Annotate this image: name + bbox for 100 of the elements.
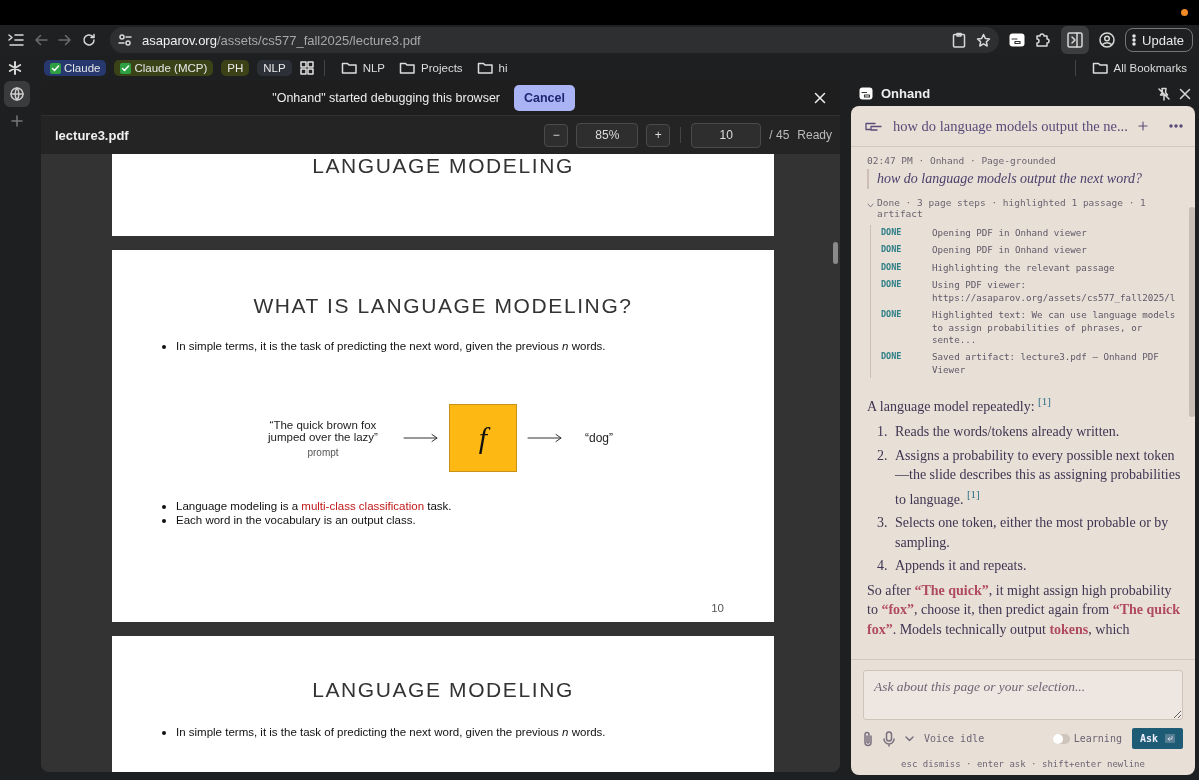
folder-icon	[476, 60, 493, 76]
bookmark-chip[interactable]: Claude	[44, 60, 107, 76]
status-label: DONE	[881, 351, 903, 364]
chevron-down-icon[interactable]	[905, 735, 914, 742]
page-total: / 45	[769, 128, 790, 142]
folder-label: NLP	[362, 62, 386, 74]
scrollbar[interactable]	[833, 242, 838, 264]
bookmark-chip[interactable]: PH	[221, 60, 250, 76]
toggle-label: Learning	[1073, 733, 1122, 744]
bookmark-chip[interactable]: Claude (MCP)	[114, 60, 214, 76]
message-meta: 02:47 PM · Onhand · Page-grounded	[867, 155, 1057, 166]
folder-icon	[1091, 60, 1108, 76]
list-number: 1.	[877, 423, 889, 442]
star-icon[interactable]	[976, 32, 992, 48]
side-panel-icon[interactable]	[1061, 26, 1090, 54]
enter-icon	[1165, 734, 1175, 743]
file-name: lecture3.pdf	[55, 127, 130, 143]
list-item-text: Appends it and repeats.	[895, 557, 1027, 576]
folder-icon	[340, 60, 357, 76]
step-text: Opening PDF in Onhand viewer	[932, 227, 1087, 240]
viewer-status: Ready	[797, 128, 832, 142]
bookmark-chip[interactable]: NLP	[257, 60, 292, 76]
debug-message: "Onhand" started debugging this browser	[272, 91, 500, 105]
clipboard-icon[interactable]	[952, 32, 967, 48]
list-item-text: Reads the words/tokens already written.	[895, 423, 1120, 442]
check-icon	[50, 62, 61, 74]
folder-icon	[399, 60, 416, 76]
site-settings-icon[interactable]	[118, 33, 132, 47]
bookmark-folder[interactable]: NLP	[340, 60, 386, 76]
bullet-text: Each word in the vocabulary is an output class.	[162, 514, 774, 526]
learning-toggle[interactable]	[1052, 733, 1070, 744]
status-label: DONE	[881, 309, 903, 322]
cancel-button[interactable]: Cancel	[514, 85, 575, 111]
apps-grid-icon[interactable]	[299, 61, 314, 75]
list-number: 4.	[877, 557, 889, 576]
step-text: Saved artifact: lecture3.pdf — Onhand PDF Viewer	[932, 351, 1160, 377]
step-text: Opening PDF in Onhand viewer	[932, 244, 1087, 257]
user-question: how do language models output the next word?	[867, 169, 1181, 189]
function-box: f	[449, 404, 517, 472]
microphone-icon[interactable]	[883, 730, 895, 747]
step-text: Using PDF viewer: https://asaparov.org/assets/cs577_fall2025/l	[932, 279, 1177, 305]
close-icon[interactable]	[814, 92, 826, 104]
zoom-out-button[interactable]: −	[544, 123, 569, 147]
chevron-down-icon[interactable]	[867, 203, 874, 208]
page-field[interactable]: 10	[691, 122, 762, 148]
bookmark-folder[interactable]: Projects	[399, 60, 463, 76]
unpin-icon[interactable]	[1157, 86, 1171, 101]
close-icon[interactable]	[1179, 87, 1191, 100]
list-number: 2.	[877, 446, 889, 465]
update-button[interactable]: Update	[1125, 28, 1193, 52]
add-icon[interactable]	[10, 115, 23, 127]
step-text: Highlighted text: We can use language models to assign probabilities of phrases, or sente...	[932, 309, 1177, 347]
thread-title: how do language models output the ne...	[893, 117, 1128, 135]
check-icon	[120, 62, 132, 74]
list-item-text: Selects one token, either the most probable or by sampling.	[895, 514, 1170, 552]
step-text: Highlighting the relevant passage	[932, 261, 1115, 275]
scrollbar[interactable]	[1189, 207, 1195, 417]
voice-status: Voice idle	[924, 733, 985, 744]
zoom-in-button[interactable]: +	[646, 123, 671, 147]
arrow-icon	[403, 433, 439, 443]
ask-button[interactable]: Ask	[1131, 728, 1183, 749]
forward-icon[interactable]	[58, 33, 72, 47]
keyboard-hint: esc dismiss · enter ask · shift+enter newline	[900, 759, 1146, 769]
bookmark-folder[interactable]: All Bookmarks	[1091, 60, 1187, 76]
panel-title: Onhand	[881, 86, 932, 101]
status-label: DONE	[881, 227, 903, 239]
plus-icon[interactable]	[1137, 121, 1148, 131]
bullet-text: In simple terms, it is the task of predicting the next word, given the previous n words.	[162, 340, 774, 352]
puzzle-icon[interactable]	[1035, 32, 1052, 48]
status-label: DONE	[881, 279, 903, 292]
folder-label: hi	[498, 62, 508, 74]
asterisk-icon[interactable]	[8, 61, 22, 75]
tab-list-icon[interactable]	[8, 33, 24, 47]
bullet-text: Language modeling is a multi-class classification task.	[162, 500, 774, 512]
slide-title: WHAT IS LANGUAGE MODELING?	[253, 294, 633, 318]
bullet-text: In simple terms, it is the task of predicting the next word, given the previous n words.	[162, 726, 774, 738]
hand-extension-icon[interactable]	[1009, 33, 1026, 47]
steps-summary[interactable]: Done · 3 page steps · highlighted 1 passage · 1 artifact	[877, 197, 1181, 219]
address-bar[interactable]: asaparov.org/assets/cs577_fall2025/lecture3.pdf	[110, 27, 1000, 53]
slide-title: LANGUAGE MODELING	[312, 154, 574, 178]
reload-icon[interactable]	[82, 33, 96, 47]
more-icon[interactable]	[1169, 124, 1183, 128]
list-item-text: Assigns a probability to every possible next token—the slide describes this as assigning probabilities to language. $^{[1]}$	[895, 446, 1181, 509]
ask-field[interactable]: Ask about this page or your selection...	[863, 670, 1183, 720]
prompt-text: “The quick brown fox jumped over the lazy”	[266, 418, 379, 443]
list-number: 3.	[877, 514, 889, 533]
paperclip-icon[interactable]	[863, 730, 873, 747]
output-text: “dog”	[585, 431, 613, 445]
profile-icon[interactable]	[1099, 32, 1116, 48]
folder-label: Projects	[421, 62, 463, 74]
slide-title: LANGUAGE MODELING	[312, 678, 574, 702]
notification-dot	[1181, 9, 1188, 16]
back-icon[interactable]	[34, 33, 48, 47]
globe-icon[interactable]	[3, 81, 30, 107]
zoom-field[interactable]: 85%	[576, 122, 639, 148]
status-label: DONE	[881, 244, 903, 257]
answer-text: So after “The quick”, it might assign high probability to “fox”, choose it, then predict again from “The quick fox”. Models technically output tokens, which	[867, 581, 1181, 639]
bookmark-folder[interactable]: hi	[476, 60, 508, 76]
answer-text: A language model repeatedly: $^{[1]}$	[867, 394, 1052, 416]
prompt-caption: prompt	[307, 446, 339, 458]
